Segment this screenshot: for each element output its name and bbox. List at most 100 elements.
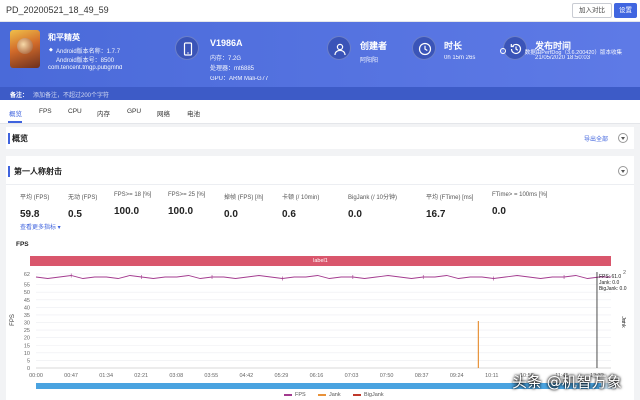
y-tick-label: 45	[24, 298, 30, 304]
add-to-compare-button[interactable]: 加入对比	[572, 3, 612, 18]
divider	[6, 184, 634, 185]
android-version-code: Android版本号：8500	[56, 58, 115, 64]
metric-label: 无动 (FPS)	[68, 195, 98, 201]
x-tick-label: 06:16	[310, 373, 324, 379]
watermark: 头条 @机智万象	[512, 373, 622, 391]
device-gpu: GPU：ARM Mali-G77	[210, 76, 269, 82]
x-tick-label: 04:42	[239, 373, 253, 379]
tab-memory[interactable]: 内存	[97, 108, 110, 118]
y-axis-label: FPS	[10, 314, 16, 326]
y-tick-label: 35	[24, 313, 30, 319]
metric-jank: 卡顿 (/ 10min) 0.6	[282, 192, 319, 220]
metric-value: 0.0	[224, 209, 238, 220]
x-tick-label: 00:00	[29, 373, 43, 379]
metric-label: 卡顿 (/ 10min)	[282, 195, 320, 201]
y-tick-label: 15	[24, 343, 30, 349]
settings-button[interactable]: 设置	[614, 3, 637, 18]
y-tick-label: 10	[24, 351, 30, 357]
x-tick-label: 01:34	[99, 373, 113, 379]
chart-series	[35, 273, 611, 368]
chart-grid	[36, 273, 611, 369]
x-tick-label: 02:21	[134, 373, 148, 379]
fps-line	[35, 275, 611, 279]
remark-bar[interactable]: 备注： 添加备注，不超过200个字符	[0, 87, 640, 100]
overview-card: 概览 导出全部	[6, 127, 634, 149]
metric-label: 平均 (FTime) [ms]	[426, 195, 474, 201]
tab-gpu[interactable]: GPU	[127, 108, 141, 115]
y-tick-label: 50	[24, 290, 30, 296]
legend-label: BigJank	[364, 392, 384, 398]
scene-card: 第一人称射击 平均 (FPS) 59.8 无动 (FPS) 0.5 FPS>= …	[6, 156, 634, 400]
more-metrics-link[interactable]: 查看更多指标 ▾	[20, 222, 61, 231]
section-accent	[8, 166, 10, 177]
metric-label: 掉帧 (FPS) [/h]	[224, 195, 264, 201]
x-tick-label: 09:24	[450, 373, 464, 379]
legend-fps[interactable]: FPS	[284, 392, 306, 398]
x-tick-label: 10:11	[485, 373, 498, 379]
x-tick-label: 08:37	[415, 373, 429, 379]
user-icon	[327, 36, 351, 60]
y-tick-label: 20	[24, 336, 30, 342]
creator-label: 创建者	[360, 41, 388, 51]
device-ram: 内存：7.2G	[210, 56, 242, 62]
metric-value: 100.0	[114, 206, 140, 217]
legend-swatch	[284, 393, 292, 396]
metric-label: BigJank (/ 10分钟)	[348, 195, 398, 201]
tab-battery[interactable]: 电池	[187, 108, 200, 118]
y-tick-label: 0	[27, 366, 30, 372]
tooltip-line: BigJank: 0.0	[599, 286, 627, 292]
metric-value: 100.0	[168, 206, 194, 217]
y2-axis-label: Jank	[620, 316, 626, 328]
active-tab-indicator	[8, 121, 22, 123]
metric-fps-ge-25: FPS>= 25 [%] 100.0	[168, 192, 205, 217]
metric-value: 0.0	[492, 206, 506, 217]
clock-icon	[412, 36, 436, 60]
legend-swatch	[318, 393, 326, 396]
remark-input[interactable]: 添加备注，不超过200个字符	[33, 90, 109, 99]
metric-avg-ftime: 平均 (FTime) [ms] 16.7	[426, 192, 473, 220]
scene-title: 第一人称射击	[14, 167, 62, 176]
y-tick-label: 40	[24, 305, 30, 311]
legend-swatch	[353, 393, 361, 396]
legend-bigjank[interactable]: BigJank	[353, 392, 384, 398]
metric-ftime-ge-100: FTime> = 100ms [%] 0.0	[492, 192, 547, 217]
legend-jank[interactable]: Jank	[318, 392, 341, 398]
metric-value: 0.6	[282, 209, 296, 220]
metric-label: FPS>= 25 [%]	[168, 192, 206, 198]
overview-title: 概览	[12, 134, 28, 143]
tab-bar: 概览 FPS CPU 内存 GPU 网络 电池	[0, 100, 640, 124]
phone-icon	[175, 36, 199, 60]
tab-overview[interactable]: 概览	[9, 108, 22, 118]
y-tick-label: 5	[27, 358, 30, 364]
report-header: 和平精英 ◆ Android版本名称：1.7.7 Android版本号：8500…	[0, 22, 640, 87]
device-model: V1986A	[210, 38, 243, 48]
metric-value: 16.7	[426, 209, 446, 220]
collapse-overview-icon[interactable]	[618, 133, 628, 143]
app-package: com.tencent.tmgp.pubgmhd	[48, 65, 123, 71]
fps-chart[interactable]: 051015202530354045505562FPS 12Jank 00:00…	[6, 250, 634, 384]
metric-avg-fps: 平均 (FPS) 59.8	[20, 192, 49, 220]
tab-fps[interactable]: FPS	[39, 108, 52, 115]
duration-label: 时长	[444, 41, 463, 51]
legend-label: Jank	[329, 392, 341, 398]
android-icon: ◆	[49, 47, 53, 53]
export-all-link[interactable]: 导出全部	[584, 134, 608, 143]
metric-label: FPS>= 18 [%]	[114, 192, 152, 198]
x-tick-label: 05:29	[275, 373, 289, 379]
y-axis: 0 510 1520 2530 35 4045 5055 62 FPS	[10, 272, 30, 372]
collapse-scene-icon[interactable]	[618, 166, 628, 176]
x-tick-label: 00:47	[64, 373, 78, 379]
metric-drop-fps: 掉帧 (FPS) [/h] 0.0	[224, 192, 263, 220]
perfdog-icon	[500, 48, 506, 54]
metric-bigjank: BigJank (/ 10分钟) 0.0	[348, 192, 397, 220]
report-title: PD_20200521_18_49_59	[6, 5, 109, 15]
legend-label: FPS	[295, 392, 306, 398]
history-icon	[503, 36, 527, 60]
tab-network[interactable]: 网络	[157, 108, 170, 118]
app-name: 和平精英	[48, 33, 80, 42]
metric-fps-ge-18: FPS>= 18 [%] 100.0	[114, 192, 151, 217]
x-tick-label: 03:08	[169, 373, 183, 379]
y-tick-label: 25	[24, 328, 30, 334]
y-tick-label: 55	[24, 283, 30, 289]
tab-cpu[interactable]: CPU	[68, 108, 82, 115]
